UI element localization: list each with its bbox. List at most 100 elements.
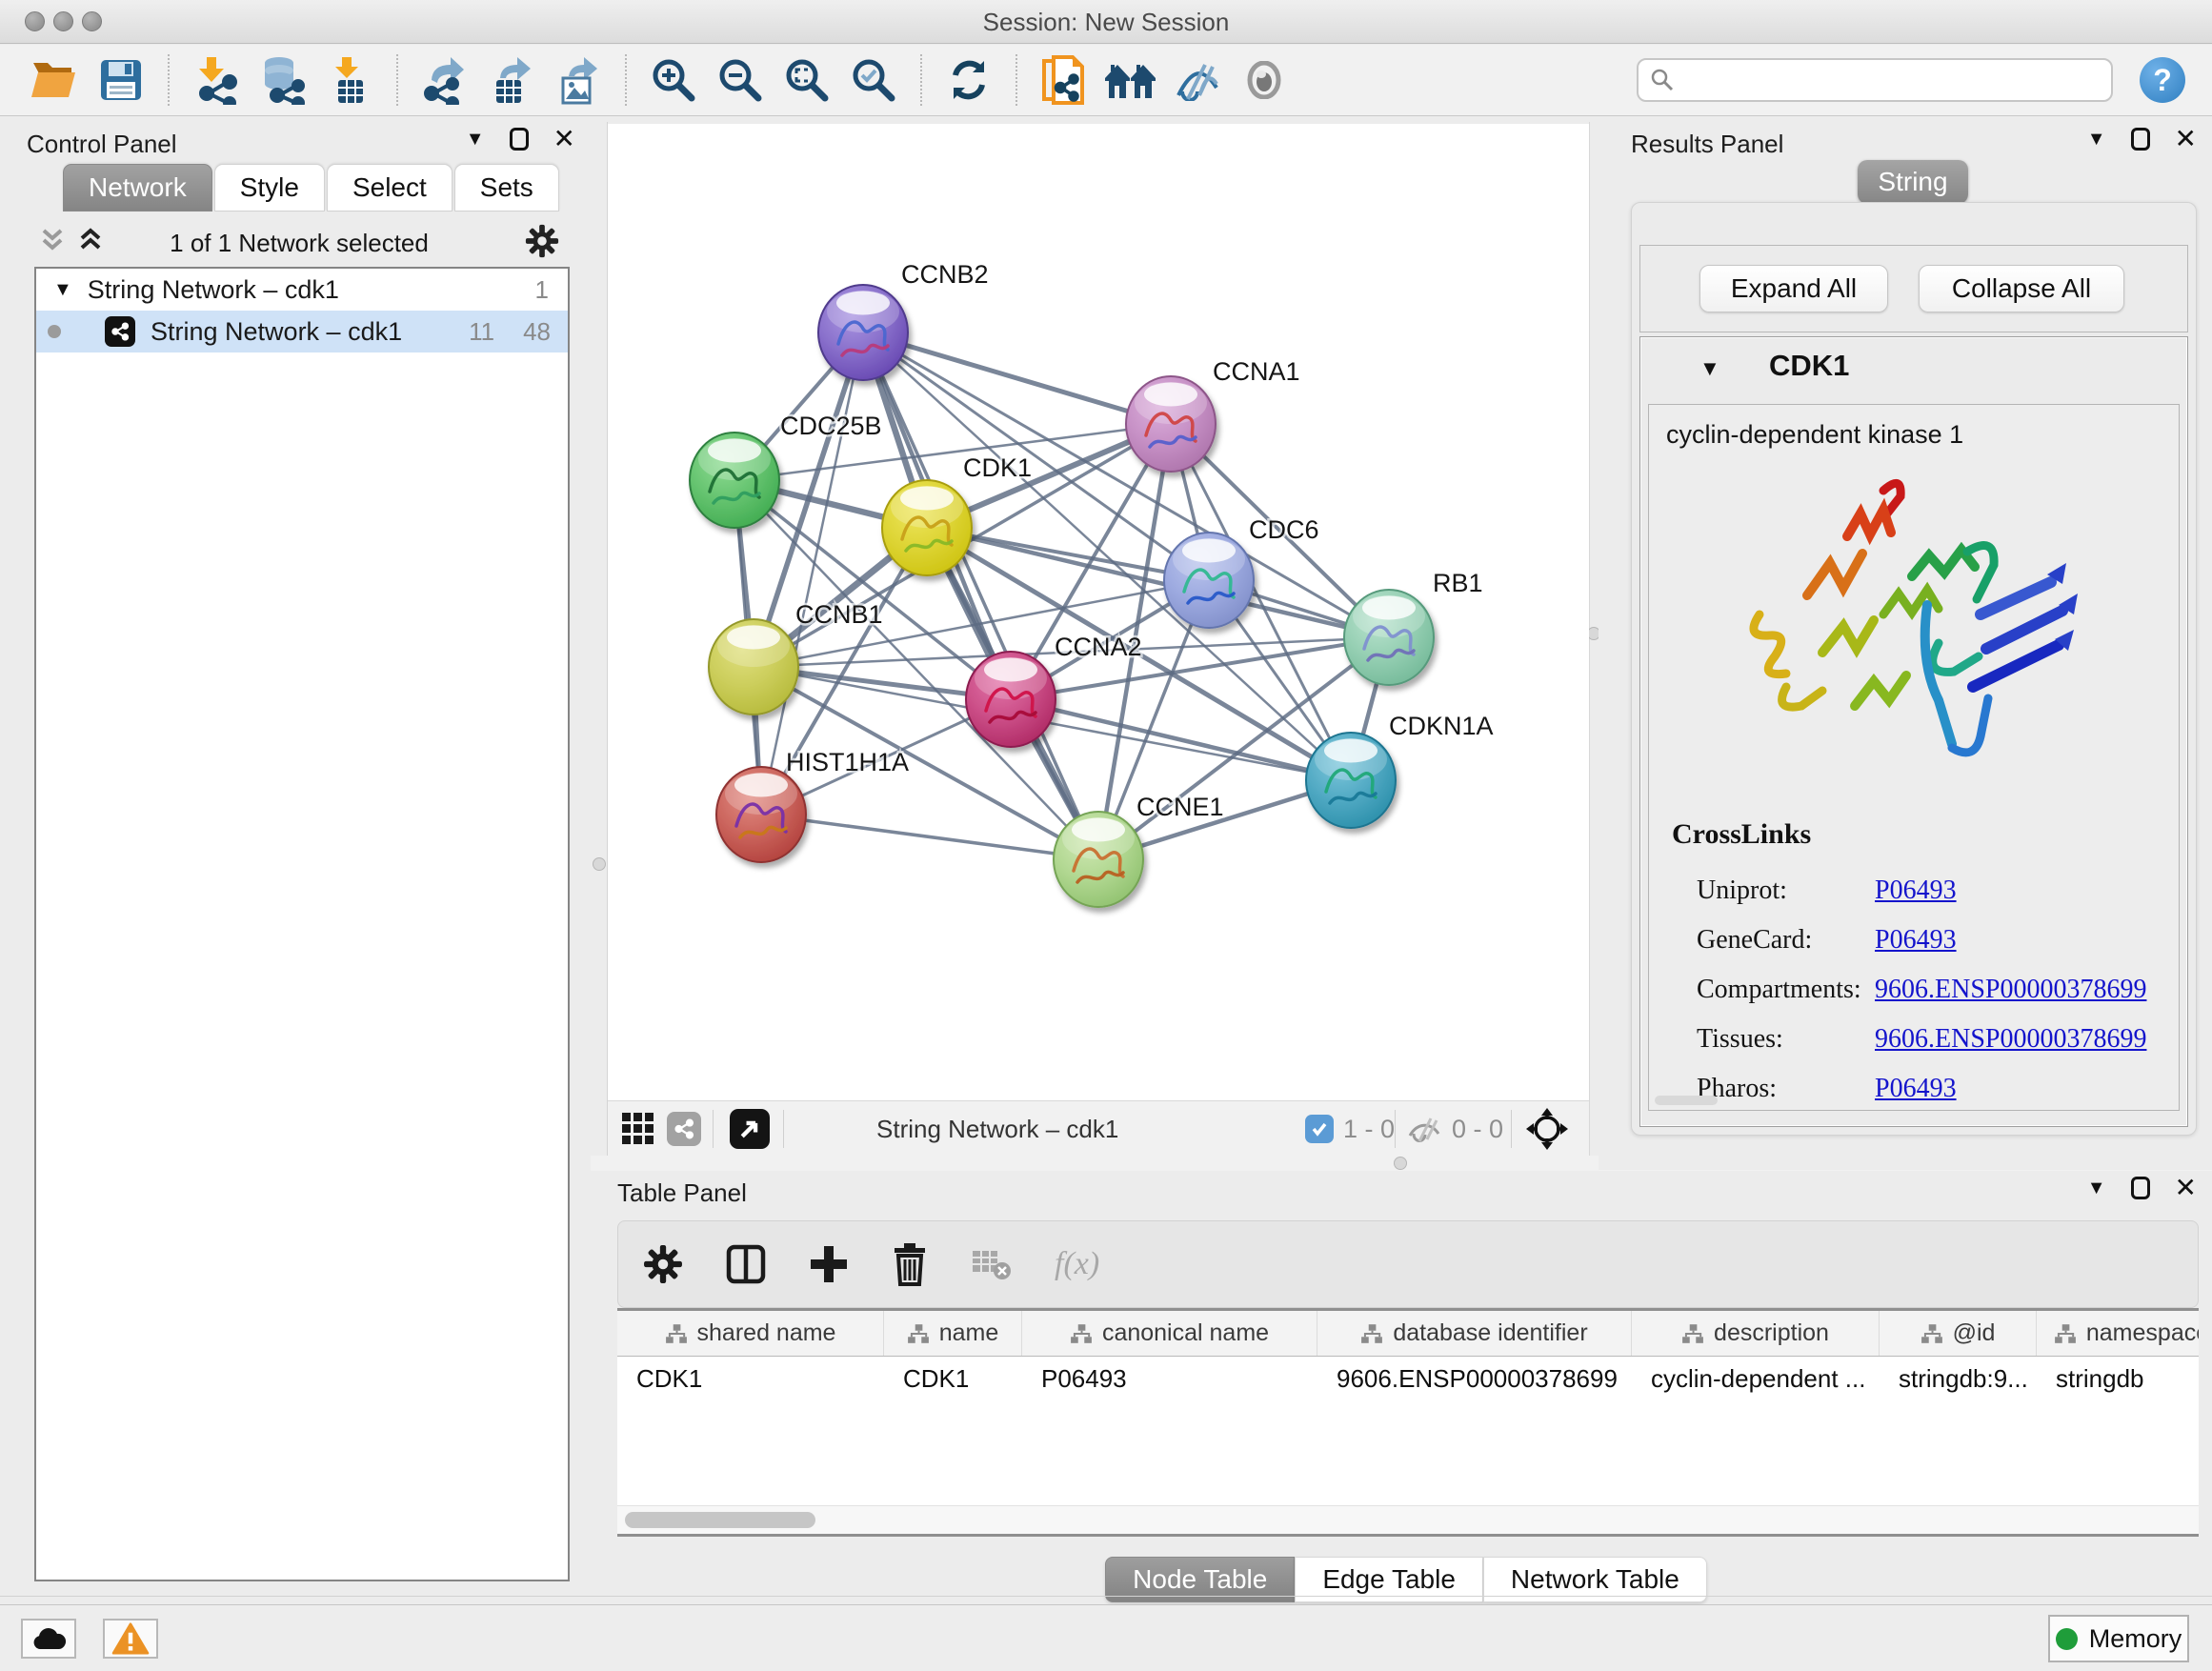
- network-node-CDK1[interactable]: [882, 480, 972, 575]
- collapse-tree-icon[interactable]: ▼: [53, 279, 72, 301]
- left-splitter[interactable]: [591, 122, 608, 1157]
- birds-eye-view-icon[interactable]: [730, 1109, 770, 1149]
- crosslink-link[interactable]: 9606.ENSP00000378699: [1875, 975, 2146, 1005]
- table-cell[interactable]: CDK1: [617, 1357, 884, 1399]
- tab-network[interactable]: Network: [63, 164, 212, 211]
- table-horizontal-scrollbar[interactable]: [617, 1505, 2199, 1534]
- show-columns-icon[interactable]: [725, 1243, 767, 1285]
- network-collection-row[interactable]: ▼ String Network – cdk1 1: [36, 269, 568, 311]
- home-icon[interactable]: [1104, 53, 1157, 107]
- table-row[interactable]: CDK1CDK1P064939606.ENSP00000378699cyclin…: [617, 1357, 2199, 1399]
- network-node-CDC25B[interactable]: [690, 433, 779, 528]
- network-node-CDC6[interactable]: [1164, 533, 1254, 628]
- network-node-CCNB2[interactable]: [818, 285, 908, 380]
- import-table-icon[interactable]: [323, 53, 376, 107]
- network-edge[interactable]: [761, 815, 1098, 859]
- export-image-icon[interactable]: [552, 53, 605, 107]
- add-column-icon[interactable]: [809, 1244, 849, 1284]
- network-canvas[interactable]: CCNB2CCNA1CDC25BCDK1CDC6RB1CCNB1CCNA2CDK…: [608, 124, 1589, 1100]
- table-cell[interactable]: P06493: [1022, 1357, 1317, 1399]
- splitter-handle[interactable]: [593, 857, 606, 871]
- table-cell[interactable]: CDK1: [884, 1357, 1022, 1399]
- network-edge[interactable]: [863, 332, 1171, 424]
- collapse-all-button[interactable]: Collapse All: [1919, 265, 2124, 312]
- hide-glasses-icon[interactable]: [1171, 53, 1224, 107]
- zoom-in-icon[interactable]: [647, 53, 700, 107]
- network-node-CDKN1A[interactable]: [1306, 733, 1396, 828]
- export-network-icon[interactable]: [418, 53, 472, 107]
- table-cell[interactable]: 9606.ENSP00000378699: [1317, 1357, 1632, 1399]
- delete-table-icon[interactable]: [971, 1247, 1013, 1281]
- export-table-icon[interactable]: [485, 53, 538, 107]
- panel-menu-icon[interactable]: ▼: [2087, 1178, 2106, 1199]
- scrollbar-thumb[interactable]: [625, 1512, 815, 1528]
- tab-select[interactable]: Select: [327, 164, 452, 211]
- memory-button[interactable]: Memory: [2048, 1615, 2189, 1662]
- crosslink-link[interactable]: P06493: [1875, 876, 1957, 906]
- network-overview-icon[interactable]: [667, 1112, 701, 1146]
- tab-sets[interactable]: Sets: [454, 164, 559, 211]
- network-edge[interactable]: [761, 332, 863, 815]
- function-builder-icon[interactable]: f(x): [1055, 1246, 1099, 1282]
- warning-status-button[interactable]: [103, 1619, 158, 1659]
- right-splitter[interactable]: [1589, 122, 1599, 1157]
- network-node-HIST1H1A[interactable]: [716, 767, 806, 862]
- network-node-CCNE1[interactable]: [1054, 812, 1143, 907]
- column-header-namespace[interactable]: namespace: [2037, 1311, 2199, 1356]
- tab-style[interactable]: Style: [214, 164, 325, 211]
- network-node-CCNB1[interactable]: [709, 619, 798, 715]
- network-options-gear-icon[interactable]: [524, 223, 560, 259]
- tab-string[interactable]: String: [1858, 160, 1968, 204]
- column-header-name[interactable]: name: [884, 1311, 1022, 1356]
- selected-checkbox-icon[interactable]: [1305, 1115, 1334, 1143]
- column-header--id[interactable]: @id: [1880, 1311, 2037, 1356]
- panel-menu-icon[interactable]: ▼: [466, 129, 485, 151]
- hidden-eye-icon[interactable]: [1406, 1117, 1444, 1143]
- network-node-CCNA1[interactable]: [1126, 376, 1216, 472]
- gene-section-header[interactable]: ▼ CDK1: [1640, 337, 2187, 400]
- zoom-out-icon[interactable]: [714, 53, 767, 107]
- save-session-icon[interactable]: [94, 53, 148, 107]
- import-network-database-icon[interactable]: [256, 53, 310, 107]
- panel-float-icon[interactable]: [510, 128, 529, 151]
- network-edge[interactable]: [1011, 699, 1351, 780]
- expand-all-button[interactable]: Expand All: [1699, 265, 1888, 312]
- network-node-RB1[interactable]: [1344, 590, 1434, 685]
- search-field[interactable]: [1637, 58, 2113, 102]
- panel-menu-icon[interactable]: ▼: [2087, 129, 2106, 151]
- import-network-file-icon[interactable]: [190, 53, 243, 107]
- fit-selection-icon[interactable]: [1524, 1106, 1570, 1152]
- table-cell[interactable]: stringdb: [2037, 1357, 2199, 1399]
- search-input[interactable]: [1684, 67, 2100, 94]
- table-settings-gear-icon[interactable]: [643, 1244, 683, 1284]
- splitter-handle[interactable]: [1394, 1157, 1407, 1170]
- help-button[interactable]: ?: [2140, 57, 2185, 103]
- open-session-icon[interactable]: [28, 53, 81, 107]
- column-header-canonical-name[interactable]: canonical name: [1022, 1311, 1317, 1356]
- cloud-status-button[interactable]: [21, 1619, 76, 1659]
- eye-icon[interactable]: [1237, 53, 1291, 107]
- network-row-selected[interactable]: String Network – cdk1 11 48: [36, 311, 568, 352]
- zoom-selected-icon[interactable]: [847, 53, 900, 107]
- results-scrollbar-thumb[interactable]: [1655, 1096, 1718, 1105]
- share-document-icon[interactable]: [1037, 53, 1091, 107]
- network-node-CCNA2[interactable]: [966, 652, 1056, 747]
- panel-float-icon[interactable]: [2131, 128, 2150, 151]
- column-header-database-identifier[interactable]: database identifier: [1317, 1311, 1632, 1356]
- crosslink-link[interactable]: P06493: [1875, 925, 1957, 956]
- refresh-icon[interactable]: [942, 53, 995, 107]
- column-header-shared-name[interactable]: shared name: [617, 1311, 884, 1356]
- panel-close-icon[interactable]: ✕: [2175, 128, 2197, 151]
- delete-column-trash-icon[interactable]: [891, 1242, 929, 1286]
- panel-close-icon[interactable]: ✕: [2175, 1177, 2197, 1199]
- collapse-section-icon[interactable]: ▼: [1699, 356, 1720, 381]
- grid-view-icon[interactable]: [621, 1112, 655, 1146]
- panel-close-icon[interactable]: ✕: [553, 128, 575, 151]
- network-edge[interactable]: [863, 332, 1098, 859]
- zoom-fit-icon[interactable]: [780, 53, 834, 107]
- table-cell[interactable]: stringdb:9...: [1880, 1357, 2037, 1399]
- crosslink-link[interactable]: 9606.ENSP00000378699: [1875, 1024, 2146, 1055]
- table-cell[interactable]: cyclin-dependent ...: [1632, 1357, 1880, 1399]
- crosslink-link[interactable]: P06493: [1875, 1074, 1957, 1104]
- column-header-description[interactable]: description: [1632, 1311, 1880, 1356]
